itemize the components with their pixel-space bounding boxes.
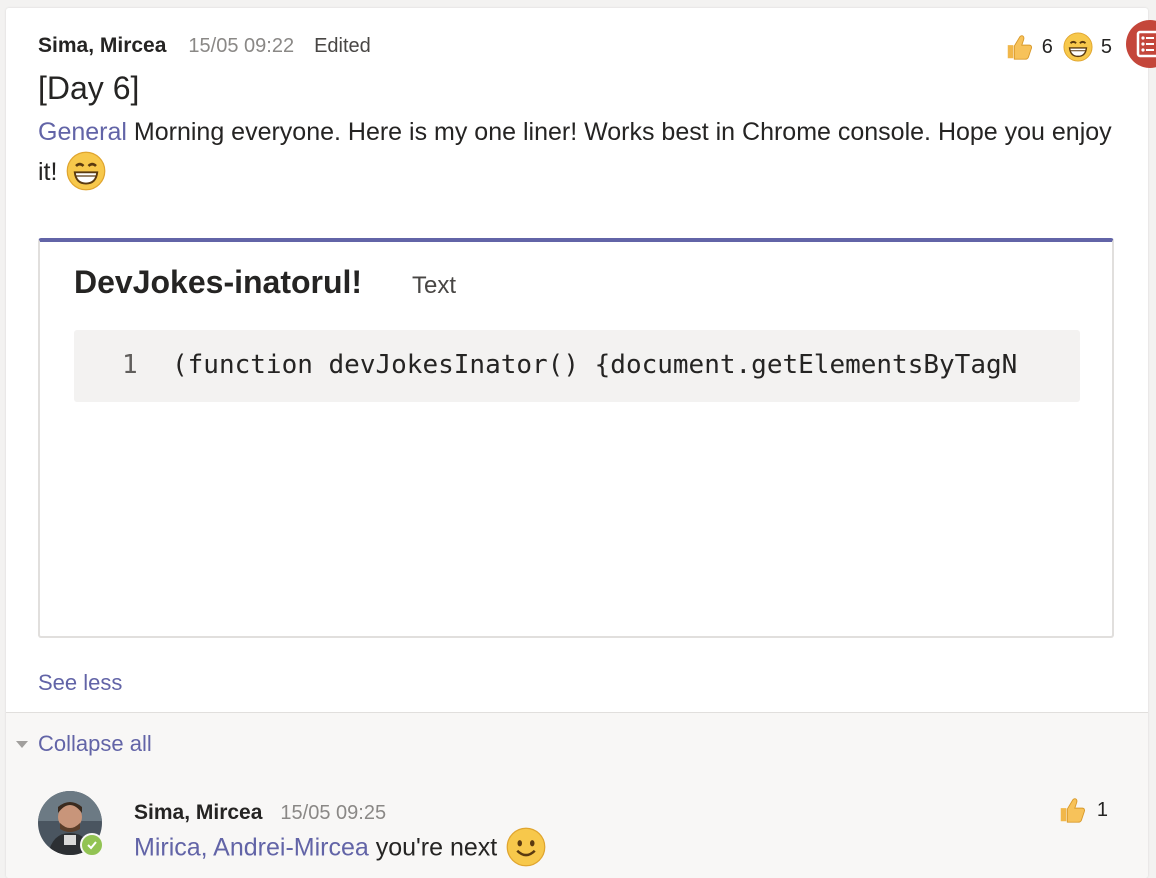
message-header: Sima, Mircea 15/05 09:22 Edited [38, 34, 371, 58]
smile-icon [506, 827, 546, 867]
replies-section: Collapse all Sima, Mircea 15/05 09:25 Mi… [6, 712, 1148, 878]
reply-text: you're next [368, 833, 498, 862]
thumbs-up-icon [1060, 798, 1085, 823]
code-block: 1 (function devJokesInator() {document.g… [74, 330, 1080, 402]
collapse-all-label: Collapse all [38, 731, 152, 756]
list-icon [1136, 30, 1156, 58]
message-post: Sima, Mircea 15/05 09:22 Edited 6 5 [Day… [6, 8, 1148, 712]
line-number: 1 [122, 350, 138, 380]
thumbs-up-icon [1007, 35, 1032, 60]
edited-label: Edited [314, 35, 371, 57]
see-less-link[interactable]: See less [38, 670, 122, 696]
caret-down-icon [16, 740, 28, 748]
snippet-title: DevJokes-inatorul! [74, 264, 363, 300]
grin-icon [1063, 32, 1093, 62]
timestamp: 15/05 09:22 [188, 35, 295, 57]
code-line: (function devJokesInator() {document.get… [172, 350, 1018, 380]
reaction-like[interactable]: 6 [1004, 32, 1053, 62]
reply-timestamp: 15/05 09:25 [280, 802, 387, 824]
snippet-language: Text [412, 272, 457, 299]
reply-body: Mirica, Andrei-Mircea you're next [134, 827, 546, 869]
grin-icon [67, 152, 106, 191]
reaction-laugh[interactable]: 5 [1063, 32, 1112, 62]
reaction-count: 6 [1041, 35, 1053, 58]
presence-available-icon [80, 833, 104, 857]
channel-mention[interactable]: General [38, 118, 127, 146]
reply-header: Sima, Mircea 15/05 09:25 [134, 801, 386, 825]
reaction-count: 1 [1096, 798, 1108, 821]
message-body: General Morning everyone. Here is my one… [38, 112, 1118, 193]
conversation-card: Sima, Mircea 15/05 09:22 Edited 6 5 [Day… [6, 8, 1148, 878]
side-app-button[interactable] [1126, 20, 1156, 68]
reply-reaction-like[interactable]: 1 [1057, 795, 1108, 825]
code-snippet-card[interactable]: DevJokes-inatorul! Text 1 (function devJ… [38, 238, 1114, 638]
reaction-count: 5 [1100, 35, 1112, 58]
message-subject: [Day 6] [38, 70, 140, 106]
avatar[interactable] [38, 791, 104, 857]
author-name[interactable]: Sima, Mircea [38, 34, 166, 58]
message-text: Morning everyone. Here is my one liner! … [38, 118, 1112, 186]
collapse-all-button[interactable]: Collapse all [16, 731, 152, 757]
user-mention[interactable]: Mirica, Andrei-Mircea [134, 834, 369, 862]
reply-author-name[interactable]: Sima, Mircea [134, 801, 262, 825]
reactions-bar: 6 5 [1004, 32, 1112, 62]
